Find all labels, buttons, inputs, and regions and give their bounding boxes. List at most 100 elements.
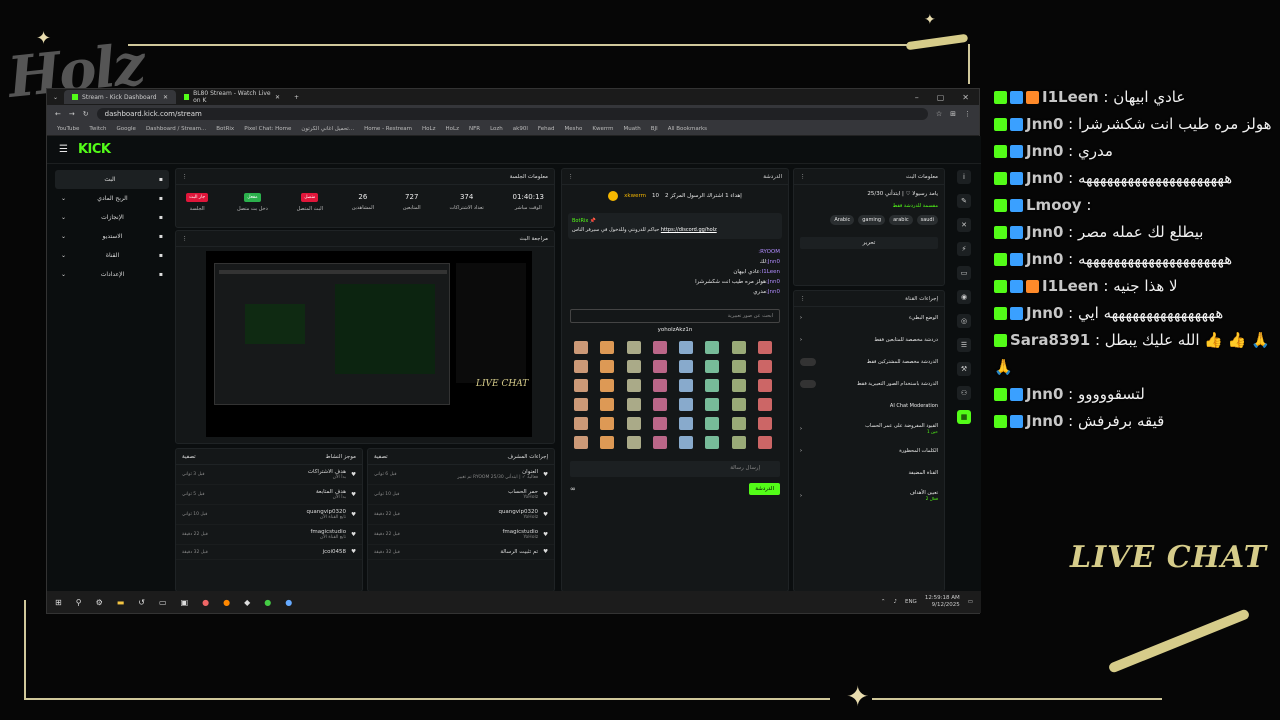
bookmark-item[interactable]: Muath xyxy=(624,126,641,132)
wrench-icon[interactable]: ⚒ xyxy=(957,362,971,376)
app-icon[interactable]: ▣ xyxy=(181,598,189,607)
channel-action-row[interactable]: › دردشة مخصصة للمتابعين فقط xyxy=(794,329,944,351)
emote[interactable] xyxy=(731,379,746,392)
emote[interactable] xyxy=(757,417,772,430)
nav-item[interactable]: ⌄ القناة ▪ xyxy=(55,246,169,265)
close-window-icon[interactable]: ✕ xyxy=(962,93,969,102)
emote[interactable] xyxy=(600,436,615,449)
nav-item[interactable]: ⌄ الإنجازات ▪ xyxy=(55,208,169,227)
emote[interactable] xyxy=(679,360,693,373)
layout-icon[interactable]: ▦ xyxy=(957,410,971,424)
chat-message[interactable]: Jnn0:لك xyxy=(570,257,780,267)
feed-row[interactable]: قبل 32 دقيقة jcoi0458 ♥ xyxy=(176,545,362,560)
filter-label[interactable]: تصفية xyxy=(182,454,196,460)
bookmark-item[interactable]: Google xyxy=(117,126,136,132)
toggle-switch[interactable] xyxy=(800,380,816,388)
firefox-icon[interactable]: ● xyxy=(223,598,230,607)
windows-start-icon[interactable]: ⊞ xyxy=(55,598,62,607)
volume-icon[interactable]: ♪ xyxy=(893,599,897,605)
nav-item[interactable]: البث ▪ xyxy=(55,170,169,189)
channel-action-row[interactable]: الدردشة مخصصة للمشتركين فقط xyxy=(794,351,944,373)
chat-input[interactable]: إرسال رسالة xyxy=(570,461,780,477)
bookmark-item[interactable]: Lozh xyxy=(490,126,503,132)
emote[interactable] xyxy=(600,360,615,373)
emote[interactable] xyxy=(757,360,772,373)
emote[interactable] xyxy=(574,417,588,430)
kick-logo[interactable]: KICK xyxy=(78,142,111,157)
lang-indicator[interactable]: ENG xyxy=(905,599,917,605)
emote[interactable] xyxy=(757,398,772,411)
emote[interactable] xyxy=(731,341,746,354)
channel-action-row[interactable]: › الوضع البطيء xyxy=(794,307,944,329)
emote[interactable] xyxy=(731,360,746,373)
list-icon[interactable]: ☰ xyxy=(957,338,971,352)
close-icon[interactable]: ✕ xyxy=(275,94,280,101)
feed-row[interactable]: قبل 32 دقيقة تم تثبيت الرسالة ♥ xyxy=(368,545,554,560)
tab-stream-watch[interactable]: BL80 Stream - Watch Live on K ✕ xyxy=(176,90,288,104)
menu-icon[interactable]: ⋮ xyxy=(964,110,971,118)
close-icon[interactable]: ✕ xyxy=(163,94,168,101)
url-input[interactable]: dashboard.kick.com/stream xyxy=(96,108,928,120)
tag-chip[interactable]: saudi xyxy=(916,215,938,225)
app-icon[interactable]: ▭ xyxy=(159,598,167,607)
bookmark-item[interactable]: تحميل اغاني الكرتون... xyxy=(301,126,354,132)
eye-icon[interactable]: ◉ xyxy=(957,290,971,304)
feed-row[interactable]: قبل 10 ثواني حمر الحساب YoHolz ♥ xyxy=(368,485,554,505)
bookmark-item[interactable]: HoLz xyxy=(422,126,435,132)
broadcast-icon[interactable]: ◎ xyxy=(957,314,971,328)
bookmark-item[interactable]: BJl xyxy=(651,126,658,132)
emote[interactable] xyxy=(705,398,720,411)
channel-action-row[interactable]: الدردشة باستخدام الصور التعبيرية فقط xyxy=(794,373,944,395)
bookmark-item[interactable]: All Bookmarks xyxy=(668,126,707,132)
star-icon[interactable]: ☆ xyxy=(936,110,942,118)
emote[interactable] xyxy=(652,417,667,430)
more-icon[interactable]: ⋮ xyxy=(800,174,806,180)
forward-icon[interactable]: → xyxy=(69,110,75,118)
chrome-icon[interactable]: ● xyxy=(264,598,271,607)
bookmark-item[interactable]: NFR xyxy=(469,126,480,132)
emote[interactable] xyxy=(652,360,667,373)
emote[interactable] xyxy=(652,341,667,354)
people-icon[interactable]: ⚇ xyxy=(957,386,971,400)
nav-item[interactable]: ⌄ الاستديو ▪ xyxy=(55,227,169,246)
edit-stream-button[interactable]: تحرير xyxy=(800,237,938,249)
feed-row[interactable]: قبل 22 دقيقة fmagicstudio YoHolz ♥ xyxy=(368,525,554,545)
feed-row[interactable]: قبل 22 دقيقة quangvip0320 YoHolz ♥ xyxy=(368,505,554,525)
toggle-switch[interactable] xyxy=(800,358,816,366)
emote[interactable] xyxy=(757,436,772,449)
more-icon[interactable]: ⋮ xyxy=(182,236,188,242)
emote[interactable] xyxy=(731,436,746,449)
search-icon[interactable]: ⚲ xyxy=(76,598,82,607)
nav-item[interactable]: ⌄ الربح المادي ▪ xyxy=(55,189,169,208)
emote[interactable] xyxy=(705,379,720,392)
reload-icon[interactable]: ↻ xyxy=(83,110,89,118)
bolt-icon[interactable]: ⚡ xyxy=(957,242,971,256)
emote[interactable] xyxy=(705,417,720,430)
tag-chip[interactable]: Arabic xyxy=(830,215,855,225)
edit-icon[interactable]: ✎ xyxy=(957,194,971,208)
channel-action-row[interactable]: AI Chat Moderation xyxy=(794,395,944,417)
new-tab-icon[interactable]: + xyxy=(288,94,305,101)
more-icon[interactable]: ⋮ xyxy=(568,174,574,180)
more-icon[interactable]: ⋮ xyxy=(182,174,188,180)
bookmark-item[interactable]: Twitch xyxy=(89,126,106,132)
emote[interactable] xyxy=(679,436,693,449)
emote[interactable] xyxy=(626,436,641,449)
bookmark-item[interactable]: BotRix xyxy=(216,126,234,132)
emote[interactable] xyxy=(600,398,615,411)
emote[interactable] xyxy=(705,436,720,449)
chat-message[interactable]: I1Leen:عادي ابيهان xyxy=(570,267,780,277)
notification-icon[interactable]: ▭ xyxy=(968,599,973,605)
bookmark-item[interactable]: Fehad xyxy=(538,126,555,132)
hamburger-icon[interactable]: ☰ xyxy=(59,144,68,155)
emote[interactable] xyxy=(600,341,615,354)
channel-action-row[interactable]: القناة المضيفة xyxy=(794,462,944,484)
emote[interactable] xyxy=(705,360,720,373)
chat-message[interactable]: Jnn0:مدري xyxy=(570,287,780,297)
emote[interactable] xyxy=(600,417,615,430)
emote[interactable] xyxy=(626,379,641,392)
emote[interactable] xyxy=(574,360,588,373)
emote[interactable] xyxy=(731,398,746,411)
emote[interactable] xyxy=(679,379,693,392)
channel-action-row[interactable]: › القيود المفروضة على عمر الحساب حين 1 xyxy=(794,417,944,440)
